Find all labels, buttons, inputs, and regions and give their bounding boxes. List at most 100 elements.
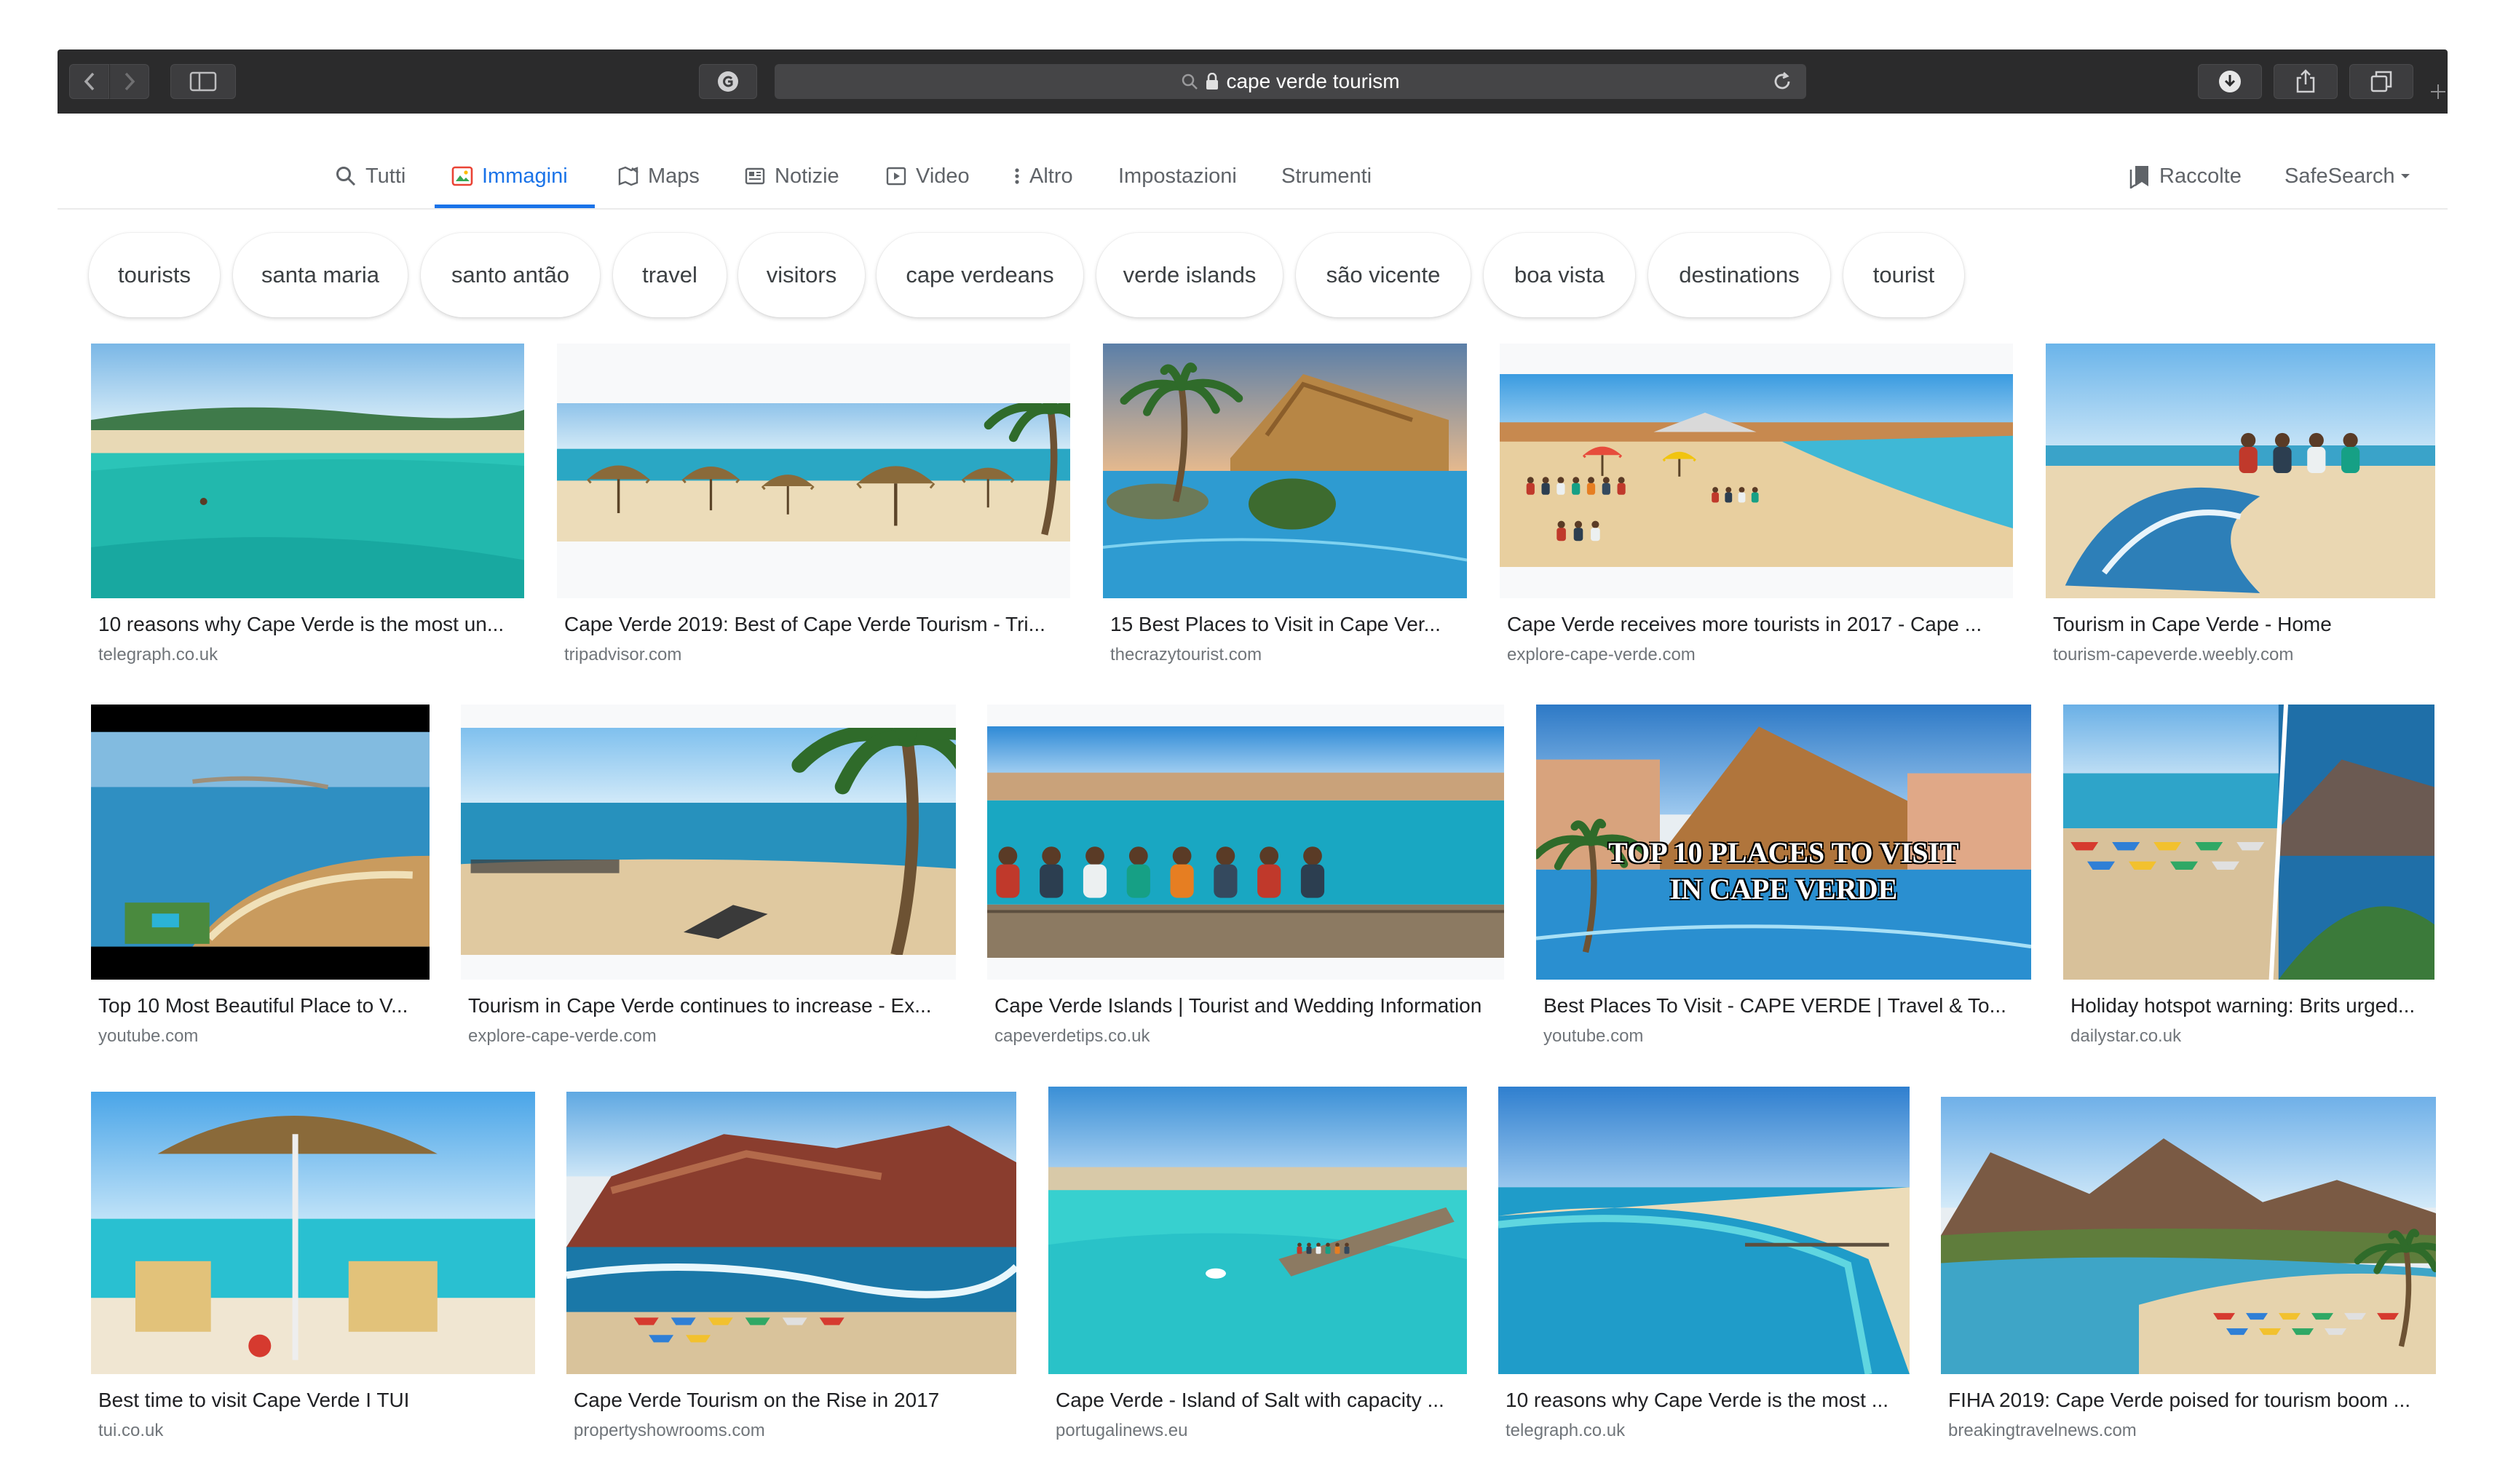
result-title[interactable]: Tourism in Cape Verde - Home bbox=[2053, 613, 2435, 636]
image-result[interactable]: Tourism in Cape Verde - Home tourism-cape… bbox=[2046, 344, 2435, 678]
result-thumbnail[interactable] bbox=[461, 705, 956, 980]
result-thumbnail[interactable] bbox=[91, 344, 524, 598]
result-title[interactable]: Cape Verde 2019: Best of Cape Verde Tour… bbox=[564, 613, 1070, 636]
result-thumbnail[interactable] bbox=[1500, 344, 2013, 598]
grammarly-icon bbox=[718, 71, 738, 92]
result-thumbnail[interactable] bbox=[987, 705, 1504, 980]
extension-button[interactable] bbox=[699, 64, 757, 99]
chip[interactable]: boa vista bbox=[1484, 233, 1635, 317]
chip[interactable]: verde islands bbox=[1096, 233, 1283, 317]
chip[interactable]: travel bbox=[613, 233, 727, 317]
thumbnail-image bbox=[91, 344, 524, 598]
result-title[interactable]: Cape Verde - Island of Salt with capacit… bbox=[1056, 1389, 1467, 1412]
tab-images[interactable]: Immagini bbox=[451, 154, 568, 198]
tab-video[interactable]: Video bbox=[885, 154, 970, 198]
chip[interactable]: são vicente bbox=[1296, 233, 1471, 317]
image-result[interactable]: FIHA 2019: Cape Verde poised for tourism… bbox=[1941, 1097, 2436, 1454]
result-thumbnail[interactable] bbox=[1103, 344, 1467, 598]
result-title[interactable]: Cape Verde receives more tourists in 201… bbox=[1507, 613, 2013, 636]
result-title[interactable]: 15 Best Places to Visit in Cape Ver... bbox=[1110, 613, 1467, 636]
tab-label: Strumenti bbox=[1281, 164, 1372, 188]
image-result[interactable]: Cape Verde 2019: Best of Cape Verde Tour… bbox=[557, 344, 1070, 678]
result-thumbnail[interactable] bbox=[2063, 705, 2434, 980]
result-title[interactable]: Cape Verde Islands | Tourist and Wedding… bbox=[994, 994, 1504, 1017]
result-thumbnail[interactable] bbox=[557, 344, 1070, 598]
tab-label: Notizie bbox=[775, 164, 839, 188]
image-result[interactable]: 10 reasons why Cape Verde is the most ..… bbox=[1498, 1087, 1910, 1454]
chip[interactable]: santo antão bbox=[421, 233, 600, 317]
lock-icon bbox=[1206, 73, 1219, 90]
image-result[interactable]: Top 10 Most Beautiful Place to V... youtu… bbox=[91, 705, 430, 1060]
tab-news[interactable]: Notizie bbox=[744, 154, 839, 198]
back-button[interactable] bbox=[69, 64, 109, 99]
image-result[interactable]: Cape Verde - Island of Salt with capacit… bbox=[1048, 1087, 1467, 1454]
image-result[interactable]: Tourism in Cape Verde continues to incre… bbox=[461, 705, 956, 1060]
thumbnail-image bbox=[461, 728, 956, 955]
image-result[interactable]: 10 reasons why Cape Verde is the most un… bbox=[91, 344, 524, 678]
collections-link[interactable]: Raccolte bbox=[2129, 154, 2242, 198]
chip-label: travel bbox=[642, 262, 697, 287]
safesearch-dropdown[interactable]: SafeSearch bbox=[2285, 154, 2411, 198]
result-thumbnail[interactable] bbox=[1498, 1087, 1910, 1374]
result-source: thecrazytourist.com bbox=[1110, 645, 1262, 664]
collections-label: Raccolte bbox=[2159, 164, 2242, 188]
chip-label: visitors bbox=[766, 262, 837, 287]
thumbnail-image bbox=[566, 1092, 1016, 1374]
tab-tools[interactable]: Strumenti bbox=[1281, 154, 1372, 198]
image-result[interactable]: Best time to visit Cape Verde I TUI tui.c… bbox=[91, 1092, 535, 1454]
result-title[interactable]: FIHA 2019: Cape Verde poised for tourism… bbox=[1948, 1389, 2436, 1412]
tab-all[interactable]: Tutti bbox=[335, 154, 406, 198]
chip-label: santa maria bbox=[261, 262, 379, 287]
chip-label: destinations bbox=[1679, 262, 1800, 287]
image-result[interactable]: Cape Verde Tourism on the Rise in 2017 pr… bbox=[566, 1092, 1016, 1454]
result-thumbnail[interactable]: TOP 10 PLACES TO VISIT IN CAPE VERDE bbox=[1536, 705, 2031, 980]
image-result[interactable]: 15 Best Places to Visit in Cape Ver... th… bbox=[1103, 344, 1467, 678]
result-title[interactable]: 10 reasons why Cape Verde is the most ..… bbox=[1506, 1389, 1910, 1412]
share-button[interactable] bbox=[2274, 64, 2338, 99]
result-title[interactable]: Holiday hotspot warning: Brits urged... bbox=[2070, 994, 2434, 1017]
image-result[interactable]: Holiday hotspot warning: Brits urged... d… bbox=[2063, 705, 2434, 1060]
result-title[interactable]: Tourism in Cape Verde continues to incre… bbox=[468, 994, 956, 1017]
address-text: cape verde tourism bbox=[1226, 70, 1400, 92]
result-title[interactable]: Cape Verde Tourism on the Rise in 2017 bbox=[574, 1389, 1016, 1412]
chip[interactable]: cape verdeans bbox=[877, 233, 1083, 317]
chip[interactable]: tourist bbox=[1843, 233, 1964, 317]
chip[interactable]: destinations bbox=[1648, 233, 1830, 317]
tabs-divider bbox=[58, 208, 2448, 210]
chip[interactable]: visitors bbox=[738, 233, 865, 317]
result-thumbnail[interactable] bbox=[2046, 344, 2435, 598]
result-source: propertyshowrooms.com bbox=[574, 1421, 765, 1440]
new-tab-button[interactable] bbox=[2429, 67, 2448, 114]
address-bar[interactable]: cape verde tourism bbox=[775, 64, 1806, 99]
browser-toolbar: cape verde tourism bbox=[58, 49, 2448, 114]
tabs-overview-button[interactable] bbox=[2349, 64, 2413, 99]
result-title[interactable]: Top 10 Most Beautiful Place to V... bbox=[98, 994, 430, 1017]
result-title[interactable]: Best time to visit Cape Verde I TUI bbox=[98, 1389, 535, 1412]
result-title[interactable]: Best Places To Visit - CAPE VERDE | Trav… bbox=[1543, 994, 2031, 1017]
forward-button[interactable] bbox=[109, 64, 149, 99]
chip[interactable]: tourists bbox=[89, 233, 220, 317]
image-icon bbox=[451, 166, 473, 186]
video-icon bbox=[886, 167, 906, 186]
result-thumbnail[interactable] bbox=[566, 1092, 1016, 1374]
thumbnail-image bbox=[557, 403, 1070, 541]
tab-maps[interactable]: Maps bbox=[617, 154, 700, 198]
result-thumbnail[interactable] bbox=[1941, 1097, 2436, 1374]
thumbnail-image bbox=[1941, 1097, 2436, 1374]
result-thumbnail[interactable] bbox=[91, 705, 430, 980]
sidebar-toggle-button[interactable] bbox=[170, 64, 236, 99]
result-thumbnail[interactable] bbox=[1048, 1087, 1467, 1374]
plus-icon bbox=[2431, 84, 2445, 99]
chip[interactable]: santa maria bbox=[233, 233, 408, 317]
image-result[interactable]: Cape Verde receives more tourists in 201… bbox=[1500, 344, 2013, 678]
result-thumbnail[interactable] bbox=[91, 1092, 535, 1374]
tab-settings[interactable]: Impostazioni bbox=[1118, 154, 1237, 198]
thumbnail-image bbox=[987, 726, 1504, 958]
image-result[interactable]: TOP 10 PLACES TO VISIT IN CAPE VERDE Best … bbox=[1536, 705, 2031, 1060]
thumbnail-image bbox=[2063, 705, 2434, 980]
reload-icon[interactable] bbox=[1771, 71, 1793, 92]
downloads-button[interactable] bbox=[2198, 64, 2262, 99]
tab-more[interactable]: Altro bbox=[1013, 154, 1073, 198]
image-result[interactable]: Cape Verde Islands | Tourist and Wedding… bbox=[987, 705, 1504, 1060]
result-title[interactable]: 10 reasons why Cape Verde is the most un… bbox=[98, 613, 524, 636]
